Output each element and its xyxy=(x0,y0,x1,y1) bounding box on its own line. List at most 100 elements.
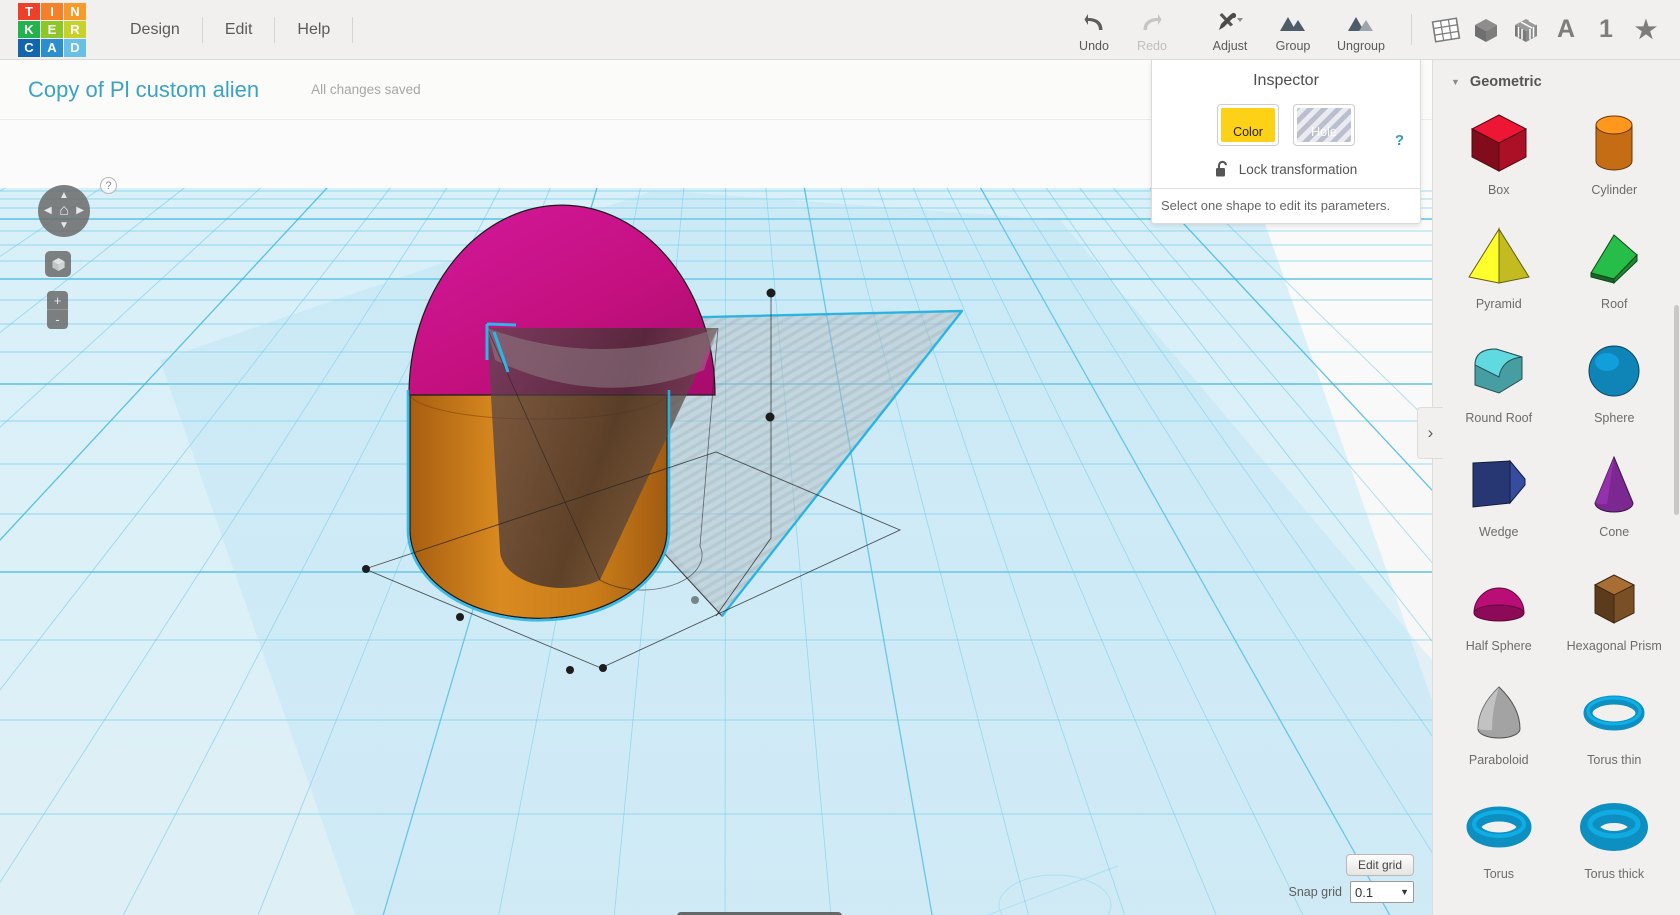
ungroup-icon xyxy=(1346,10,1376,36)
shape-hexagonal-prism[interactable]: Hexagonal Prism xyxy=(1557,556,1673,668)
shape-torus-thin-icon xyxy=(1577,674,1651,752)
solid-cube-icon[interactable] xyxy=(1466,0,1506,59)
shape-cylinder[interactable]: Cylinder xyxy=(1557,100,1673,212)
zoom-in-button[interactable]: + xyxy=(47,291,68,310)
unlock-icon xyxy=(1215,160,1230,178)
shape-round-roof[interactable]: Round Roof xyxy=(1441,328,1557,440)
orbit-down-arrow[interactable]: ▼ xyxy=(59,221,69,231)
zoom-out-button[interactable]: - xyxy=(47,310,68,329)
shape-cylinder-label: Cylinder xyxy=(1591,183,1638,197)
logo-tile-e: E xyxy=(41,20,63,39)
adjust-button[interactable]: Adjust xyxy=(1201,0,1259,59)
shape-sphere-label: Sphere xyxy=(1594,411,1635,425)
save-status: All changes saved xyxy=(311,82,421,97)
shape-pyramid-icon xyxy=(1462,218,1536,296)
shape-pyramid-label: Pyramid xyxy=(1475,297,1522,311)
shape-wedge-label: Wedge xyxy=(1479,525,1519,539)
shape-torus-thin[interactable]: Torus thin xyxy=(1557,670,1673,782)
edit-grid-button[interactable]: Edit grid xyxy=(1345,854,1414,876)
shape-paraboloid-label: Paraboloid xyxy=(1468,753,1529,767)
shape-box-icon xyxy=(1462,104,1536,182)
star-icon[interactable]: ★ xyxy=(1626,0,1666,59)
menu-help[interactable]: Help xyxy=(275,1,352,59)
redo-button[interactable]: Redo xyxy=(1123,0,1181,59)
lock-transformation-toggle[interactable]: Lock transformation xyxy=(1152,160,1420,178)
fit-view-cube-icon[interactable] xyxy=(45,251,71,277)
shape-torus-thin-label: Torus thin xyxy=(1587,753,1642,767)
orbit-left-arrow[interactable]: ◀ xyxy=(44,206,52,216)
shape-hexagonal-prism-label: Hexagonal Prism xyxy=(1566,639,1662,653)
shape-paraboloid[interactable]: Paraboloid xyxy=(1441,670,1557,782)
shape-sphere[interactable]: Sphere xyxy=(1557,328,1673,440)
shapes-category-header[interactable]: ▼ Geometric xyxy=(1433,60,1680,100)
logo-tile-n: N xyxy=(64,2,86,20)
shape-half-sphere[interactable]: Half Sphere xyxy=(1441,556,1557,668)
shape-torus-icon xyxy=(1462,788,1536,866)
ungroup-label: Ungroup xyxy=(1337,39,1385,53)
view-navigation-widget[interactable]: ▲ ▼ ◀ ▶ ⌂ ? + - xyxy=(38,177,117,329)
snap-grid-value: 0.1 xyxy=(1355,884,1374,900)
hole-swatch-label: Hole xyxy=(1297,108,1351,142)
shape-torus-thick-icon xyxy=(1577,788,1651,866)
hole-swatch-button[interactable]: Hole xyxy=(1293,104,1355,146)
orbit-right-arrow[interactable]: ▶ xyxy=(76,206,84,216)
logo-tile-i: I xyxy=(41,2,63,20)
lock-transformation-label: Lock transformation xyxy=(1238,161,1358,177)
shape-box-label: Box xyxy=(1487,183,1510,197)
chevron-down-icon: ▼ xyxy=(1400,887,1409,897)
snap-grid-label: Snap grid xyxy=(1288,885,1342,899)
design-title[interactable]: Copy of Pl custom alien xyxy=(28,77,259,103)
group-button[interactable]: Group xyxy=(1259,0,1327,59)
collapse-panel-button[interactable]: › xyxy=(1417,407,1443,459)
shape-roof-label: Roof xyxy=(1601,297,1628,311)
undo-icon xyxy=(1082,10,1106,36)
shape-cone-icon xyxy=(1577,446,1651,524)
shape-torus-thick[interactable]: Torus thick xyxy=(1557,784,1673,896)
color-swatch-button[interactable]: Color xyxy=(1217,104,1279,146)
shape-torus-label: Torus xyxy=(1483,867,1515,881)
redo-icon xyxy=(1140,10,1164,36)
orbit-up-arrow[interactable]: ▲ xyxy=(59,191,69,201)
home-view-icon[interactable]: ⌂ xyxy=(59,203,69,219)
shape-wedge[interactable]: Wedge xyxy=(1441,442,1557,554)
undo-button[interactable]: Undo xyxy=(1065,0,1123,59)
view-orbit-disk[interactable]: ▲ ▼ ◀ ▶ ⌂ xyxy=(38,185,90,237)
logo-tile-r: R xyxy=(64,20,86,39)
shape-hexagonal-prism-icon xyxy=(1577,560,1651,638)
tinkercad-logo[interactable]: TIN KER CAD xyxy=(18,2,86,57)
shapes-sidebar: ▼ Geometric Box Cylinder Pyramid Roof Round … xyxy=(1432,60,1680,915)
grid-controls: Edit grid Snap grid 0.1 ▼ xyxy=(1288,854,1414,903)
shape-sphere-icon xyxy=(1577,332,1651,410)
shape-box[interactable]: Box xyxy=(1441,100,1557,212)
adjust-icon xyxy=(1215,10,1245,36)
adjust-label: Adjust xyxy=(1212,39,1248,53)
chevron-down-icon: ▼ xyxy=(1451,77,1460,87)
shape-pyramid[interactable]: Pyramid xyxy=(1441,214,1557,326)
zoom-controls[interactable]: + - xyxy=(47,291,68,329)
ungroup-button[interactable]: Ungroup xyxy=(1327,0,1395,59)
group-icon xyxy=(1278,10,1308,36)
inspector-help-icon[interactable]: ? xyxy=(1395,132,1404,149)
shape-paraboloid-icon xyxy=(1462,674,1536,752)
redo-label: Redo xyxy=(1137,39,1167,53)
shape-cone-label: Cone xyxy=(1599,525,1630,539)
snap-grid-select[interactable]: 0.1 ▼ xyxy=(1350,881,1414,903)
sidebar-scrollbar[interactable] xyxy=(1674,305,1679,515)
top-toolbar: TINKERCAD Design Edit Help Undo Redo Adj… xyxy=(0,0,1680,60)
ruler-cube-icon[interactable] xyxy=(1506,0,1546,59)
shape-round-roof-icon xyxy=(1462,332,1536,410)
main-menu: Design Edit Help xyxy=(108,0,354,59)
workplane-icon[interactable] xyxy=(1426,0,1466,59)
shape-wedge-icon xyxy=(1462,446,1536,524)
shape-roof-icon xyxy=(1577,218,1651,296)
menu-edit[interactable]: Edit xyxy=(203,1,275,59)
toolbar-divider xyxy=(1411,14,1412,45)
shape-roof[interactable]: Roof xyxy=(1557,214,1673,326)
shape-torus[interactable]: Torus xyxy=(1441,784,1557,896)
shape-cone[interactable]: Cone xyxy=(1557,442,1673,554)
menu-design[interactable]: Design xyxy=(108,1,202,59)
text-a-icon[interactable]: A xyxy=(1546,0,1586,59)
number-one-icon[interactable]: 1 xyxy=(1586,0,1626,59)
logo-tile-d: D xyxy=(64,39,86,57)
navigation-help-icon[interactable]: ? xyxy=(100,177,117,194)
